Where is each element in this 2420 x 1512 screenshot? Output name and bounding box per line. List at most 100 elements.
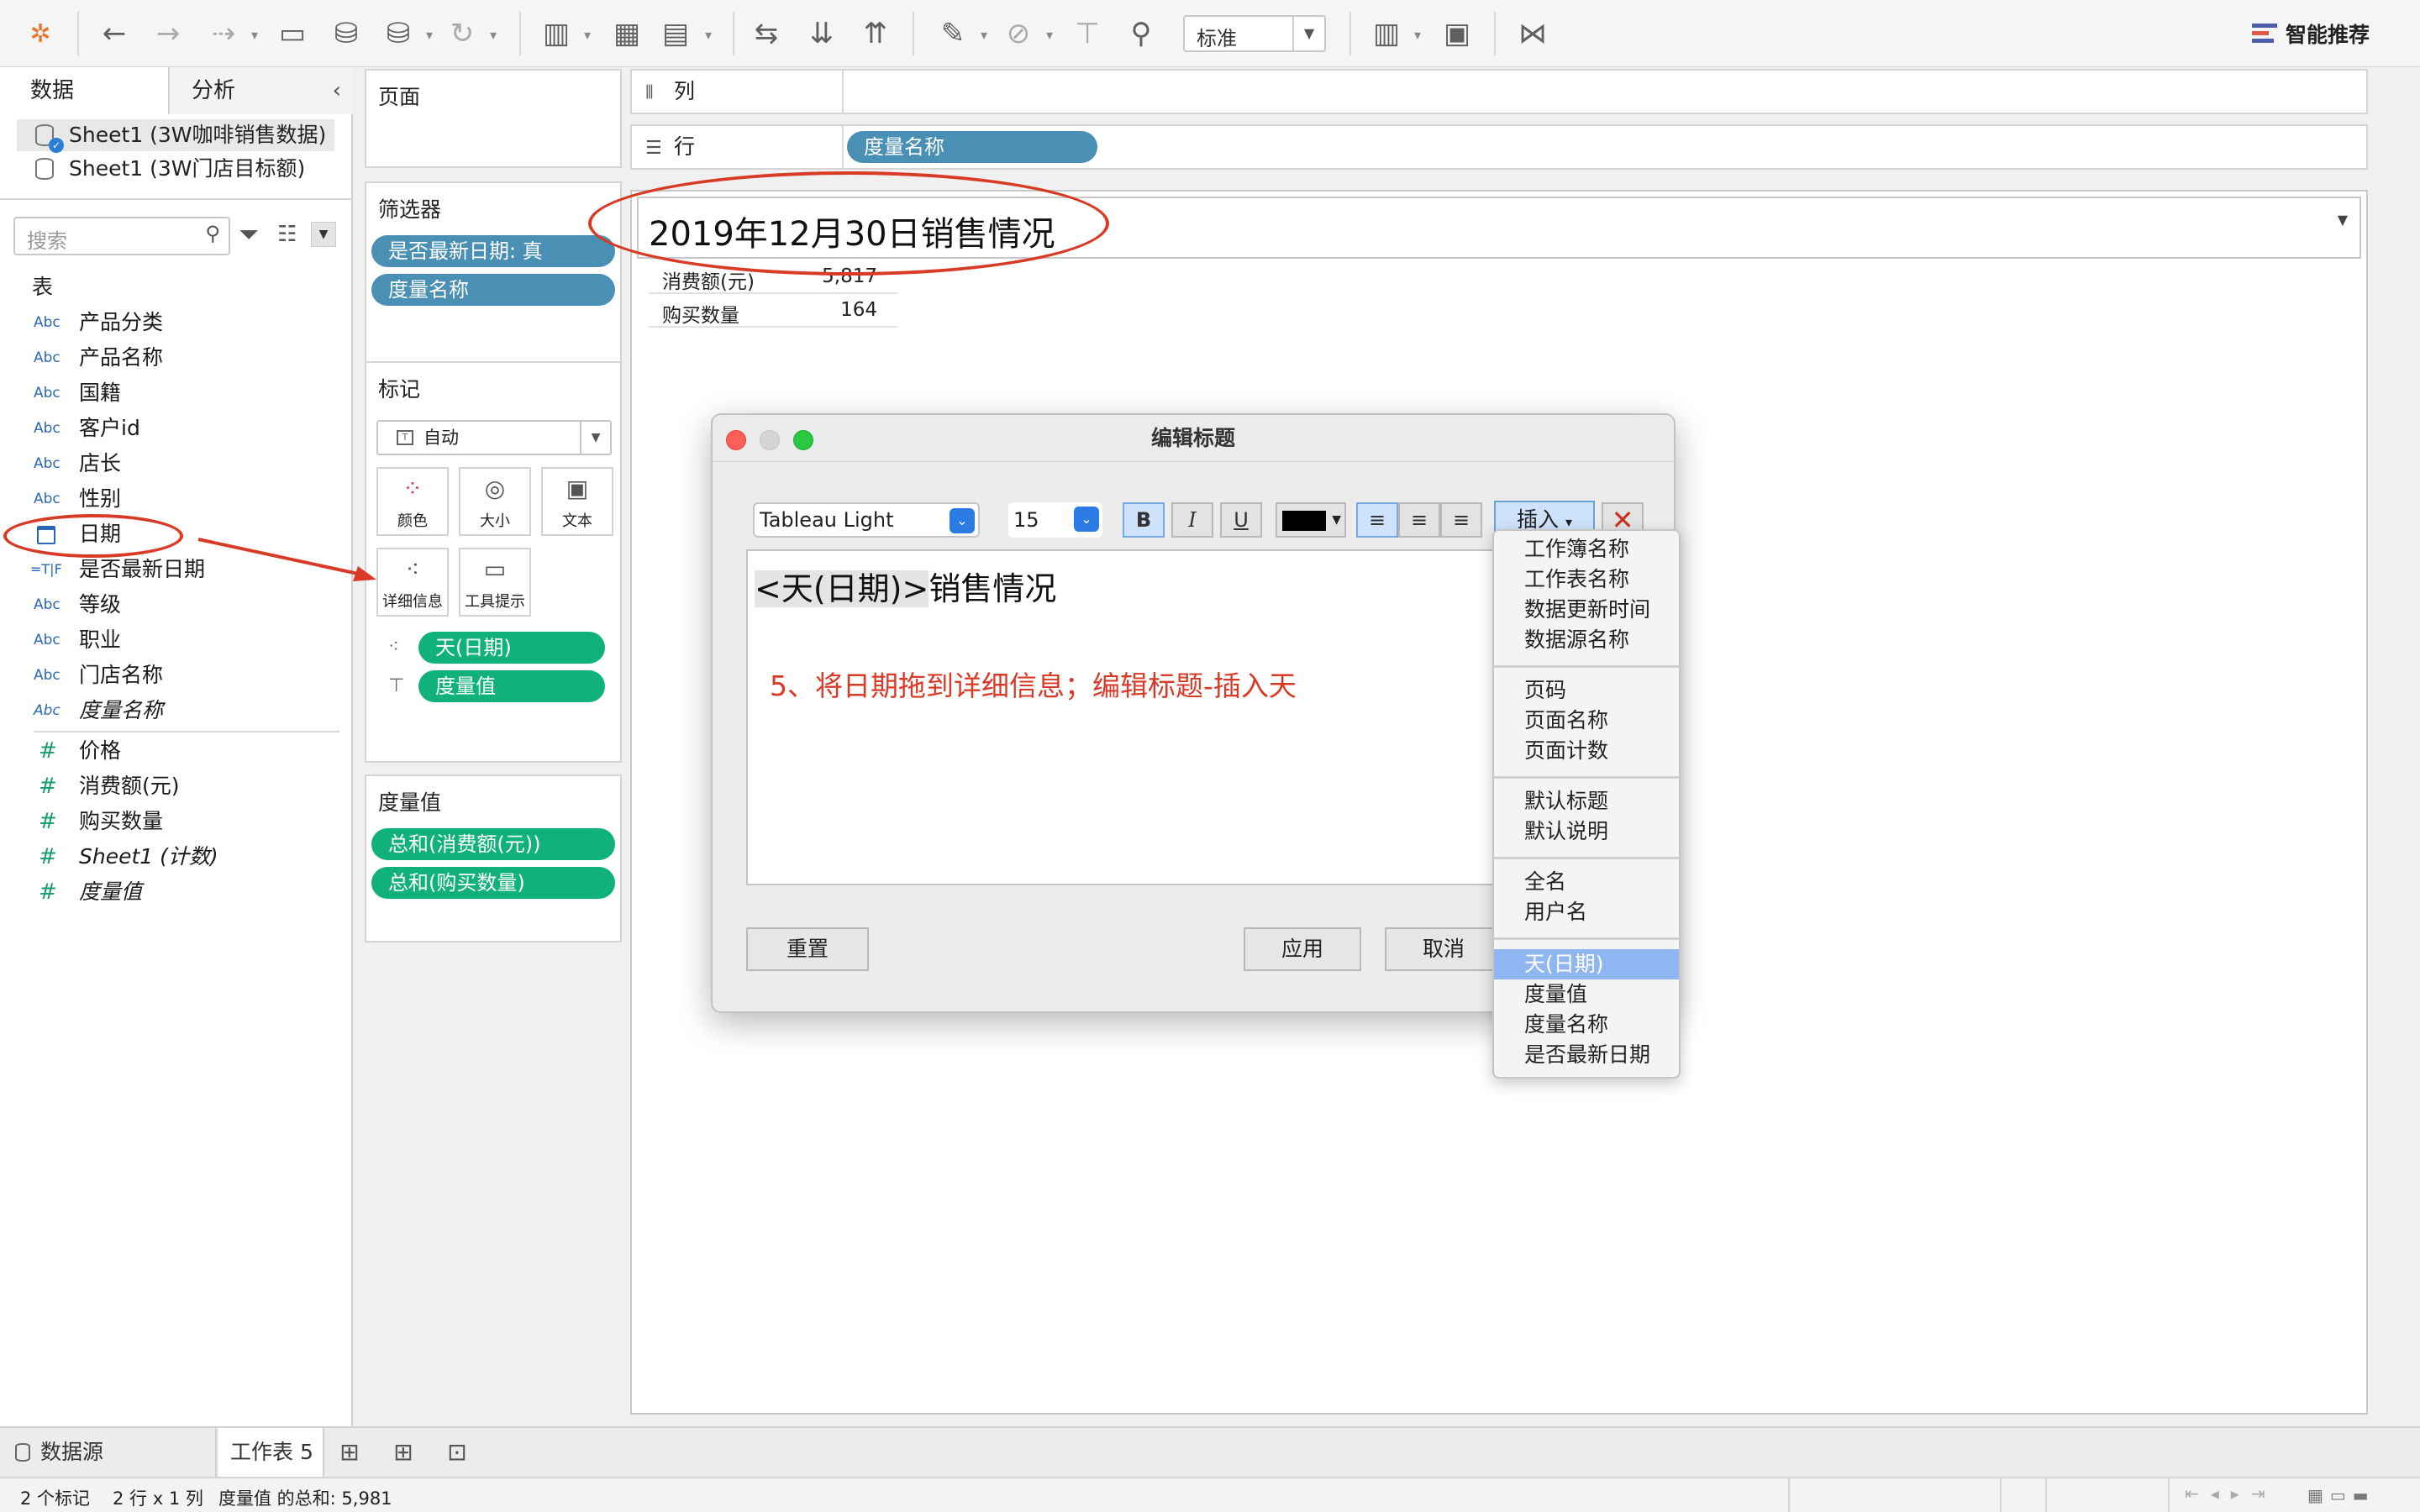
menu-item[interactable]: 用户名 xyxy=(1494,897,1679,927)
size-mark-button[interactable]: ◎ 大小 xyxy=(459,467,531,536)
font-size-select[interactable]: 15 ⌄ xyxy=(1008,502,1102,538)
tab-analytics[interactable]: 分析 ‹ xyxy=(170,67,353,114)
group-caret-icon[interactable]: ▾ xyxy=(1042,27,1057,43)
tab-sheet[interactable]: 工作表 5 xyxy=(218,1428,324,1477)
clear-sheet-icon[interactable]: ▤ xyxy=(657,15,694,52)
font-color-picker[interactable]: ▼ xyxy=(1276,502,1346,538)
measure-value-pill[interactable]: 总和(消费额(元)) xyxy=(371,828,615,860)
menu-item[interactable]: 工作簿名称 xyxy=(1494,534,1679,564)
new-story-icon[interactable]: ⊡ xyxy=(440,1438,474,1468)
highlight-icon[interactable]: ✎ xyxy=(934,15,971,52)
filter-pill[interactable]: 度量名称 xyxy=(371,274,615,306)
group-members-icon[interactable]: ⊘ xyxy=(1000,15,1037,52)
menu-item[interactable]: 度量值 xyxy=(1494,979,1679,1010)
field-item[interactable]: Abc 度量名称 xyxy=(0,694,353,727)
field-item[interactable]: Abc 门店名称 xyxy=(0,659,353,692)
align-center-button[interactable]: ≡ xyxy=(1398,502,1440,538)
apply-button[interactable]: 应用 xyxy=(1244,927,1361,971)
measure-item[interactable]: # 价格 xyxy=(0,734,353,768)
mark-pill[interactable]: 天(日期) xyxy=(418,632,605,664)
menu-item[interactable]: 页面计数 xyxy=(1494,736,1679,766)
presentation-mode-icon[interactable]: ▣ xyxy=(1439,15,1476,52)
sort-descending-icon[interactable]: ⇈ xyxy=(857,15,894,52)
view-list-icon[interactable]: ☷ xyxy=(277,222,297,247)
back-arrow-icon[interactable]: ← xyxy=(96,15,133,52)
view-size-select[interactable]: 标准 ▼ xyxy=(1183,15,1326,52)
menu-item[interactable]: 是否最新日期 xyxy=(1494,1040,1679,1070)
measure-item[interactable]: # 度量值 xyxy=(0,875,353,909)
field-item[interactable]: Abc 客户id xyxy=(0,412,353,445)
search-input[interactable]: 搜索 ⚲ xyxy=(13,217,230,255)
measure-item[interactable]: # Sheet1 (计数) xyxy=(0,840,353,874)
align-left-button[interactable]: ≡ xyxy=(1356,502,1398,538)
text-mark-button[interactable]: ▣ 文本 xyxy=(541,467,613,536)
field-item[interactable]: Abc 国籍 xyxy=(0,376,353,410)
redo-caret-icon[interactable]: ▾ xyxy=(247,27,262,43)
tooltip-mark-button[interactable]: ▭ 工具提示 xyxy=(459,548,531,617)
font-family-select[interactable]: Tableau Light ⌄ xyxy=(753,502,980,538)
measure-value-pill[interactable]: 总和(购买数量) xyxy=(371,867,615,899)
show-cards-icon[interactable]: ▥ xyxy=(1368,15,1405,52)
chevron-down-icon[interactable]: ▼ xyxy=(2338,212,2348,228)
fix-axes-icon[interactable]: ⚲ xyxy=(1123,15,1160,52)
save-icon[interactable]: ▭ xyxy=(274,15,311,52)
new-sheet-caret-icon[interactable]: ▾ xyxy=(580,27,595,43)
detail-mark-button[interactable]: ⁖ 详细信息 xyxy=(376,548,449,617)
duplicate-sheet-icon[interactable]: ▦ xyxy=(608,15,645,52)
mark-pill[interactable]: 度量值 xyxy=(418,670,605,702)
datasource-item[interactable]: Sheet1 (3W咖啡销售数据) xyxy=(17,119,334,153)
underline-button[interactable]: U xyxy=(1220,502,1262,538)
swap-rows-columns-icon[interactable]: ⇆ xyxy=(748,15,785,52)
menu-item[interactable]: 数据更新时间 xyxy=(1494,595,1679,625)
pages-shelf[interactable]: 页面 xyxy=(365,69,622,168)
refresh-icon[interactable]: ↻ xyxy=(444,15,481,52)
cards-caret-icon[interactable]: ▾ xyxy=(1410,27,1425,43)
filter-icon[interactable]: ⏷ xyxy=(239,220,259,249)
tab-datasource[interactable]: 数据源 xyxy=(0,1428,217,1477)
menu-item[interactable]: 页码 xyxy=(1494,675,1679,706)
cancel-button[interactable]: 取消 xyxy=(1385,927,1502,971)
field-item[interactable]: Abc 产品名称 xyxy=(0,341,353,375)
align-right-button[interactable]: ≡ xyxy=(1440,502,1482,538)
menu-item[interactable]: 默认说明 xyxy=(1494,816,1679,847)
mark-type-select[interactable]: T 自动 ▼ xyxy=(376,420,612,455)
field-item[interactable]: Abc 产品分类 xyxy=(0,306,353,339)
reset-button[interactable]: 重置 xyxy=(746,927,869,971)
collapse-pane-icon[interactable]: ‹ xyxy=(333,67,341,114)
new-sheet-icon[interactable]: ▥ xyxy=(538,15,575,52)
tab-data[interactable]: 数据 xyxy=(0,67,170,114)
new-worksheet-icon[interactable]: ⊞ xyxy=(333,1438,366,1468)
chevron-down-icon[interactable]: ▼ xyxy=(311,222,336,247)
menu-item[interactable]: 全名 xyxy=(1494,867,1679,897)
menu-item[interactable]: 页面名称 xyxy=(1494,706,1679,736)
menu-item[interactable]: 默认标题 xyxy=(1494,786,1679,816)
menu-item[interactable]: 数据源名称 xyxy=(1494,625,1679,655)
rows-shelf[interactable]: ☰ 行 度量名称 xyxy=(630,124,2368,170)
columns-shelf[interactable]: ⦀ 列 xyxy=(630,69,2368,114)
datasource-item[interactable]: Sheet1 (3W门店目标额) xyxy=(17,153,334,185)
color-mark-button[interactable]: ⁘ 颜色 xyxy=(376,467,449,536)
highlight-caret-icon[interactable]: ▾ xyxy=(976,27,992,43)
field-item[interactable]: Abc 店长 xyxy=(0,447,353,480)
new-dashboard-icon[interactable]: ⊞ xyxy=(387,1438,420,1468)
show-labels-icon[interactable]: ⊤ xyxy=(1069,15,1106,52)
refresh-caret-icon[interactable]: ▾ xyxy=(486,27,501,43)
measure-item[interactable]: # 购买数量 xyxy=(0,805,353,838)
row-pill[interactable]: 度量名称 xyxy=(847,131,1097,163)
menu-item[interactable]: 工作表名称 xyxy=(1494,564,1679,595)
sheet-view-icons[interactable]: ▦▭▬ xyxy=(2307,1485,2375,1505)
pause-updates-icon[interactable]: ⛁ xyxy=(380,15,417,52)
bold-button[interactable]: B xyxy=(1123,502,1165,538)
pause-caret-icon[interactable]: ▾ xyxy=(422,27,437,43)
italic-button[interactable]: I xyxy=(1171,502,1213,538)
share-icon[interactable]: ⋈ xyxy=(1514,15,1551,52)
tableau-logo-icon[interactable]: ✲ xyxy=(22,15,59,52)
measure-item[interactable]: # 消费额(元) xyxy=(0,769,353,803)
menu-item-highlighted[interactable]: 天(日期) xyxy=(1494,949,1679,979)
menu-item[interactable]: 度量名称 xyxy=(1494,1010,1679,1040)
redo-arrow-icon[interactable]: ⇢ xyxy=(205,15,242,52)
filter-pill[interactable]: 是否最新日期: 真 xyxy=(371,235,615,267)
title-editor[interactable]: <天(日期)>销售情况 5、将日期拖到详细信息；编辑标题-插入天 xyxy=(746,549,1502,885)
field-item[interactable]: Abc 职业 xyxy=(0,623,353,657)
sheet-nav-arrows-icon[interactable]: ⇤◂▸⇥ xyxy=(2185,1483,2277,1504)
